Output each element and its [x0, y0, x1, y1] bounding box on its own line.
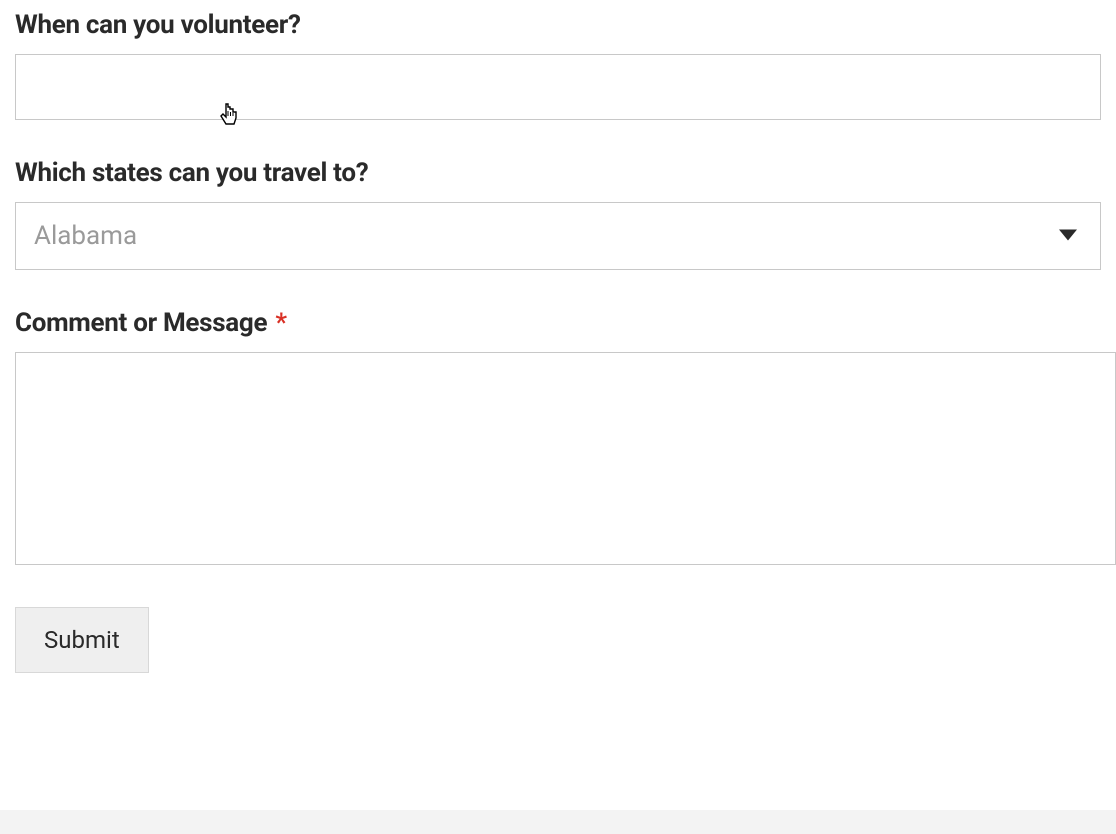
- submit-button[interactable]: Submit: [15, 607, 149, 673]
- field-comment-group: Comment or Message *: [15, 308, 1101, 569]
- volunteer-label: When can you volunteer?: [15, 10, 1101, 40]
- states-select[interactable]: Alabama: [15, 202, 1101, 270]
- comment-label-text: Comment or Message: [15, 308, 267, 338]
- states-label: Which states can you travel to?: [15, 158, 1101, 188]
- states-select-wrapper: Alabama: [15, 202, 1101, 270]
- footer-bar: [0, 810, 1116, 834]
- comment-label: Comment or Message *: [15, 308, 1101, 338]
- required-asterisk: *: [275, 308, 286, 338]
- volunteer-input[interactable]: [15, 54, 1101, 120]
- field-volunteer-group: When can you volunteer?: [15, 10, 1101, 120]
- comment-textarea[interactable]: [15, 352, 1116, 565]
- field-states-group: Which states can you travel to? Alabama: [15, 158, 1101, 270]
